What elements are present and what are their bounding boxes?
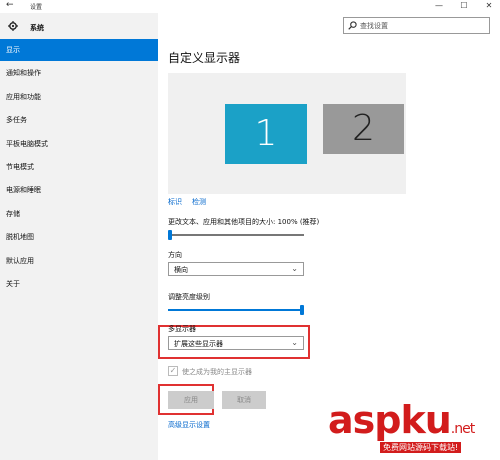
cancel-button[interactable]: 取消 <box>222 391 266 409</box>
apply-button[interactable]: 应用 <box>168 391 214 409</box>
sidebar-item-apps[interactable]: 应用和功能 <box>0 86 158 108</box>
brightness-slider[interactable] <box>168 309 304 311</box>
multi-display-label: 多显示器 <box>168 325 196 333</box>
multi-display-value: 扩展这些显示器 <box>174 340 223 348</box>
maximize-button[interactable]: ☐ <box>453 0 475 13</box>
monitor-arrangement: 1 2 <box>168 73 406 194</box>
orientation-value: 横向 <box>174 266 188 274</box>
sidebar-item-notifications[interactable]: 通知和操作 <box>0 62 158 84</box>
search-placeholder: 查找设置 <box>360 22 388 30</box>
main-display-checkbox[interactable]: ✓ <box>168 366 178 376</box>
close-button[interactable]: ✕ <box>478 0 500 13</box>
sidebar-item-about[interactable]: 关于 <box>0 273 158 295</box>
chevron-down-icon: ⌄ <box>291 264 298 273</box>
sidebar-item-default-apps[interactable]: 默认应用 <box>0 250 158 272</box>
watermark-tagline: 免费网站源码下载站! <box>380 442 462 453</box>
multi-display-dropdown[interactable]: 扩展这些显示器 ⌄ <box>168 336 304 350</box>
window-title: 设置 <box>30 4 43 11</box>
watermark-domain: .net <box>450 421 475 437</box>
sidebar-item-display[interactable]: 显示 <box>0 39 158 61</box>
back-arrow-icon[interactable]: ← <box>6 0 14 10</box>
gear-icon <box>8 21 18 31</box>
monitor-1[interactable]: 1 <box>225 104 307 164</box>
identify-link[interactable]: 标识 <box>168 197 182 207</box>
sidebar-item-storage[interactable]: 存储 <box>0 203 158 225</box>
main-display-checkbox-label: 使之成为我的主显示器 <box>182 368 252 376</box>
sidebar-item-multitasking[interactable]: 多任务 <box>0 109 158 131</box>
scale-slider[interactable] <box>168 234 304 236</box>
watermark-logo: aspku.net <box>328 398 475 442</box>
title-bar: ← 设置 — ☐ ✕ <box>0 0 500 13</box>
monitor-2[interactable]: 2 <box>323 104 404 154</box>
brightness-slider-thumb[interactable] <box>300 305 304 315</box>
minimize-button[interactable]: — <box>428 0 450 13</box>
page-title: 自定义显示器 <box>168 51 241 65</box>
scale-slider-thumb[interactable] <box>168 230 172 240</box>
brightness-label: 调整亮度级别 <box>168 293 210 301</box>
sidebar: 系统 显示 通知和操作 应用和功能 多任务 平板电脑模式 节电模式 电源和睡眠 … <box>0 13 158 460</box>
sidebar-item-tablet-mode[interactable]: 平板电脑模式 <box>0 133 158 155</box>
sidebar-header-label: 系统 <box>30 24 44 32</box>
sidebar-item-battery-saver[interactable]: 节电模式 <box>0 156 158 178</box>
sidebar-item-power-sleep[interactable]: 电源和睡眠 <box>0 179 158 201</box>
detect-link[interactable]: 检测 <box>192 197 206 207</box>
watermark-brand: aspku <box>328 398 452 442</box>
search-icon <box>348 21 357 30</box>
search-input[interactable]: 查找设置 <box>343 17 490 34</box>
advanced-display-settings-link[interactable]: 高级显示设置 <box>168 420 210 430</box>
sidebar-item-offline-maps[interactable]: 脱机地图 <box>0 226 158 248</box>
orientation-dropdown[interactable]: 横向 ⌄ <box>168 262 304 276</box>
orientation-label: 方向 <box>168 251 182 259</box>
chevron-down-icon: ⌄ <box>291 338 298 347</box>
sidebar-header[interactable]: 系统 <box>0 16 158 38</box>
scale-label: 更改文本、应用和其他项目的大小: 100% (推荐) <box>168 218 320 226</box>
brightness-slider-fill <box>168 309 304 311</box>
